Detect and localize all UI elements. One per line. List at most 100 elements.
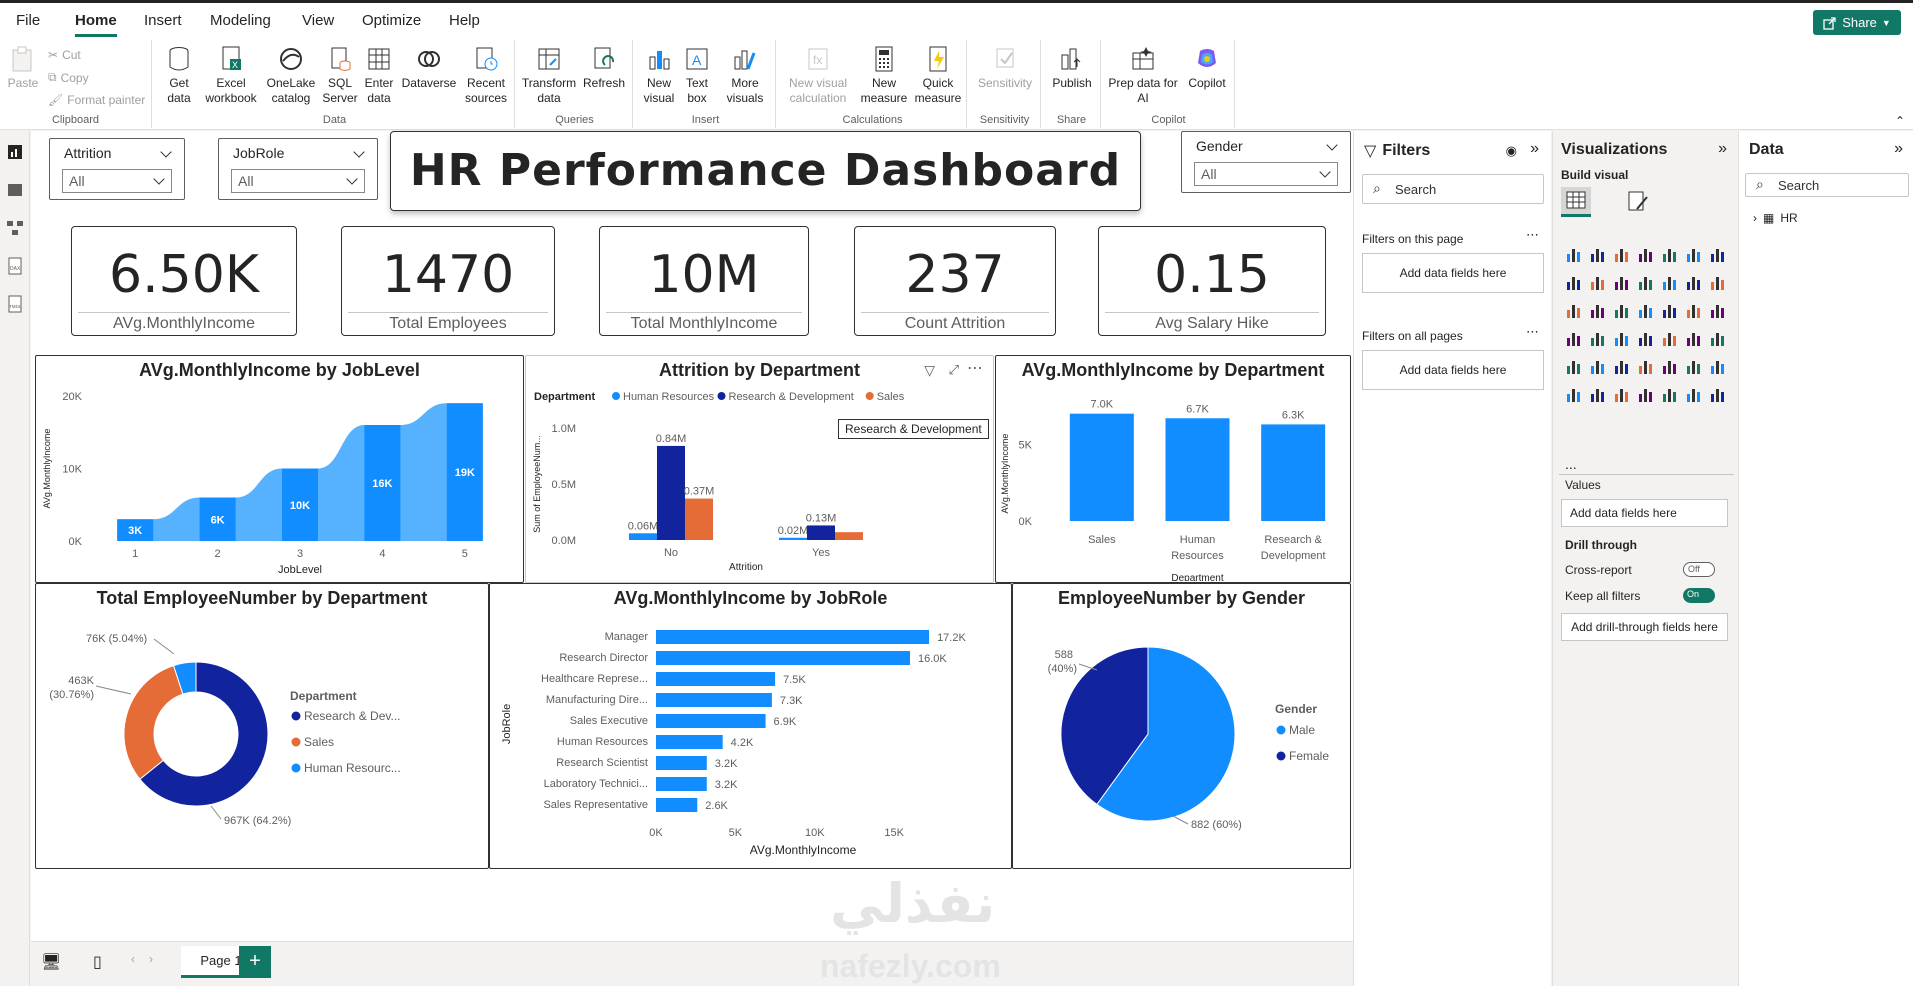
add-page-button[interactable]: + — [239, 946, 271, 978]
menu-view[interactable]: View — [302, 12, 334, 29]
visual-type-icon[interactable] — [1611, 383, 1633, 405]
transform-data-button[interactable]: Transform data — [521, 44, 577, 106]
copy-button[interactable]: ⧉ Copy — [48, 70, 89, 85]
refresh-button[interactable]: Refresh — [581, 44, 627, 91]
new-visual-button[interactable]: New visual — [642, 44, 676, 106]
visual-type-icon[interactable] — [1587, 383, 1609, 405]
collapse-pane-icon[interactable]: » — [1718, 140, 1727, 158]
visual-type-icon[interactable] — [1635, 243, 1657, 265]
visual-type-icon[interactable] — [1659, 271, 1681, 293]
menu-home[interactable]: Home — [75, 12, 117, 37]
menu-insert[interactable]: Insert — [144, 12, 182, 29]
build-visual-tab[interactable] — [1561, 187, 1591, 217]
employee-by-gender-visual[interactable]: EmployeeNumber by Gender 588 (40%) 882 (60… — [1012, 583, 1351, 869]
attrition-slicer[interactable]: Attrition All — [49, 138, 185, 200]
visual-type-icon[interactable] — [1683, 355, 1705, 377]
visual-type-icon[interactable] — [1563, 243, 1585, 265]
more-options-icon[interactable]: ⋯ — [1526, 324, 1539, 340]
visual-type-icon[interactable] — [1683, 327, 1705, 349]
visual-type-icon[interactable] — [1587, 243, 1609, 265]
visual-type-icon[interactable] — [1563, 355, 1585, 377]
chevron-down-icon[interactable] — [353, 146, 365, 158]
collapse-pane-icon[interactable]: » — [1894, 140, 1903, 158]
visual-type-icon[interactable] — [1707, 383, 1729, 405]
gender-dropdown[interactable]: All — [1194, 162, 1338, 186]
drill-through-dropzone[interactable]: Add drill-through fields here — [1561, 613, 1728, 641]
text-box-button[interactable]: A Text box — [680, 44, 714, 106]
jobrole-dropdown[interactable]: All — [231, 169, 365, 193]
visual-type-icon[interactable] — [1683, 383, 1705, 405]
menu-modeling[interactable]: Modeling — [210, 12, 271, 29]
income-by-joblevel-visual[interactable]: AVg.MonthlyIncome by JobLevel 0K 10K 20K 3K… — [35, 355, 524, 583]
visual-type-icon[interactable] — [1683, 271, 1705, 293]
visual-type-icon[interactable] — [1611, 243, 1633, 265]
collapse-ribbon-icon[interactable]: ⌃ — [1895, 114, 1905, 128]
visual-type-icon[interactable] — [1587, 327, 1609, 349]
excel-workbook-button[interactable]: X Excel workbook — [203, 44, 259, 106]
visual-type-icon[interactable] — [1611, 271, 1633, 293]
visual-type-icon[interactable] — [1587, 271, 1609, 293]
visual-type-icon[interactable] — [1563, 271, 1585, 293]
visual-type-icon[interactable] — [1635, 271, 1657, 293]
menu-help[interactable]: Help — [449, 12, 480, 29]
cut-button[interactable]: ✂ Cut — [48, 48, 81, 62]
onelake-button[interactable]: OneLake catalog — [263, 44, 319, 106]
model-view-icon[interactable] — [6, 219, 24, 237]
previous-page-icon[interactable]: ‹ — [131, 952, 135, 966]
data-search-input[interactable]: ⌕ Search — [1745, 173, 1909, 197]
values-dropzone[interactable]: Add data fields here — [1561, 499, 1728, 527]
gender-slicer[interactable]: Gender All — [1181, 131, 1351, 193]
table-hr[interactable]: › ▦ HR — [1753, 211, 1798, 225]
visual-type-icon[interactable] — [1707, 299, 1729, 321]
visual-type-icon[interactable] — [1611, 355, 1633, 377]
sensitivity-button[interactable]: Sensitivity — [973, 44, 1037, 91]
visual-type-icon[interactable] — [1563, 327, 1585, 349]
collapse-pane-icon[interactable]: » — [1530, 140, 1539, 158]
visual-type-icon[interactable] — [1707, 327, 1729, 349]
desktop-layout-icon[interactable]: 🖥 — [41, 952, 61, 972]
new-visual-calculation-button[interactable]: fx New visual calculation — [783, 44, 853, 106]
visual-type-icon[interactable] — [1611, 299, 1633, 321]
visual-type-icon[interactable] — [1659, 355, 1681, 377]
visual-type-icon[interactable] — [1563, 383, 1585, 405]
employee-by-department-visual[interactable]: Total EmployeeNumber by Department 967K … — [35, 583, 489, 869]
visual-type-icon[interactable] — [1587, 299, 1609, 321]
visual-type-icon[interactable] — [1659, 327, 1681, 349]
chevron-down-icon[interactable] — [1326, 139, 1338, 151]
visual-type-icon[interactable] — [1587, 355, 1609, 377]
copilot-button[interactable]: Copilot — [1183, 44, 1231, 91]
new-measure-button[interactable]: New measure — [859, 44, 909, 106]
mobile-layout-icon[interactable]: ▯ — [93, 952, 102, 972]
more-visuals-ellipsis[interactable]: ... — [1565, 456, 1577, 472]
visual-type-icon[interactable] — [1659, 299, 1681, 321]
paste-button[interactable]: Paste — [6, 44, 40, 91]
enter-data-button[interactable]: Enter data — [361, 44, 397, 106]
income-by-department-visual[interactable]: AVg.MonthlyIncome by Department 0K 5K 7.0K… — [995, 355, 1351, 583]
visual-type-icon[interactable] — [1635, 355, 1657, 377]
more-visuals-button[interactable]: More visuals — [718, 44, 772, 106]
report-view-icon[interactable] — [6, 143, 24, 161]
quick-measure-button[interactable]: Quick measure — [913, 44, 963, 106]
format-visual-tab[interactable] — [1625, 189, 1651, 215]
next-page-icon[interactable]: › — [149, 952, 153, 966]
menu-optimize[interactable]: Optimize — [362, 12, 421, 29]
menu-file[interactable]: File — [16, 12, 40, 29]
visual-type-icon[interactable] — [1635, 299, 1657, 321]
recent-sources-button[interactable]: Recent sources — [461, 44, 511, 106]
share-button[interactable]: Share ▼ — [1813, 10, 1901, 35]
cross-report-toggle[interactable]: Off — [1683, 562, 1715, 577]
keep-filters-toggle[interactable]: On — [1683, 588, 1715, 603]
dax-query-icon[interactable]: DAX — [6, 257, 24, 275]
visual-type-icon[interactable] — [1635, 327, 1657, 349]
eye-icon[interactable]: ◉ — [1506, 143, 1517, 159]
visual-type-icon[interactable] — [1707, 355, 1729, 377]
attrition-by-department-visual[interactable]: Attrition by Department ▽ ⤢ ⋯ Department… — [525, 355, 994, 583]
tmdl-view-icon[interactable]: TMDL — [6, 295, 24, 313]
visual-type-icon[interactable] — [1635, 383, 1657, 405]
publish-button[interactable]: Publish — [1047, 44, 1097, 91]
visual-type-icon[interactable] — [1563, 299, 1585, 321]
prep-data-ai-button[interactable]: Prep data for AI — [1105, 44, 1181, 106]
attrition-dropdown[interactable]: All — [62, 169, 172, 193]
visual-type-icon[interactable] — [1659, 383, 1681, 405]
filters-page-dropzone[interactable]: Add data fields here — [1362, 253, 1544, 293]
